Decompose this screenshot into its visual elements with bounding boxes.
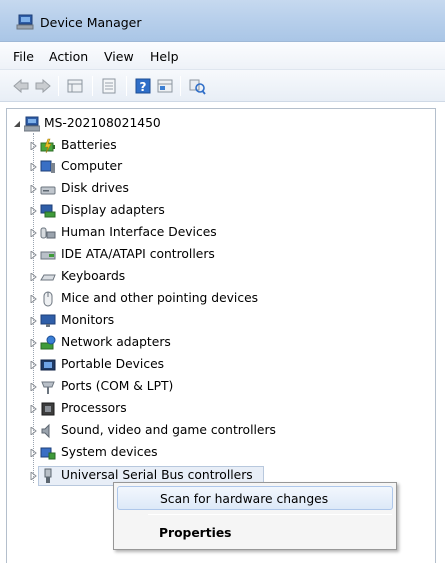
expand-arrow-icon[interactable]	[30, 251, 37, 259]
tree-item-disk-drives[interactable]: Disk drives	[7, 179, 427, 199]
view-icon[interactable]	[156, 77, 174, 95]
tree-root[interactable]: MS-202108021450	[7, 114, 427, 134]
tree-item-network[interactable]: Network adapters	[7, 333, 427, 353]
back-icon[interactable]	[12, 77, 30, 95]
tree-item-label: Network adapters	[61, 335, 171, 349]
menu-help[interactable]: Help	[150, 49, 179, 64]
toolbar-separator	[58, 76, 59, 96]
tree-item-portable[interactable]: Portable Devices	[7, 355, 427, 375]
tree-item-label: Universal Serial Bus controllers	[61, 468, 253, 482]
portable-device-icon	[40, 359, 56, 371]
toolbar-separator	[126, 76, 127, 96]
menu-separator	[148, 514, 392, 515]
toolbar-separator	[92, 76, 93, 96]
menu-item-label: Properties	[159, 526, 232, 540]
title-bar: Device Manager	[0, 0, 445, 42]
hid-icon	[40, 227, 56, 239]
tree-item-label: Human Interface Devices	[61, 225, 217, 239]
expand-arrow-icon[interactable]	[30, 405, 37, 413]
menu-item-scan-hardware[interactable]: Scan for hardware changes	[117, 486, 393, 510]
expand-arrow-icon[interactable]	[30, 361, 37, 369]
scan-hardware-icon[interactable]	[188, 77, 206, 95]
tree-item-label: IDE ATA/ATAPI controllers	[61, 247, 215, 261]
expand-arrow-icon[interactable]	[30, 427, 37, 435]
processor-icon	[41, 402, 55, 416]
toolbar: ?	[0, 70, 445, 102]
expand-arrow-icon[interactable]	[30, 449, 37, 457]
tree-item-hid[interactable]: Human Interface Devices	[7, 223, 427, 243]
expand-arrow-icon[interactable]	[30, 383, 37, 391]
expand-arrow-icon[interactable]	[30, 207, 37, 215]
menu-file[interactable]: File	[13, 49, 34, 64]
tree-item-computer[interactable]: Computer	[7, 157, 427, 177]
mouse-icon	[43, 291, 53, 307]
system-device-icon	[40, 447, 56, 460]
tree-item-label: Processors	[61, 401, 127, 415]
window-title: Device Manager	[40, 15, 142, 30]
menu-view[interactable]: View	[104, 49, 134, 64]
tree-item-label: System devices	[61, 445, 158, 459]
monitor-icon	[40, 314, 56, 327]
svg-text:?: ?	[140, 80, 147, 94]
forward-icon[interactable]	[34, 77, 52, 95]
tree-item-label: Batteries	[61, 138, 117, 152]
expand-arrow-icon[interactable]	[30, 295, 37, 303]
tree-item-system[interactable]: System devices	[7, 443, 427, 463]
properties-grid-icon[interactable]	[66, 77, 84, 95]
document-icon[interactable]	[100, 77, 118, 95]
expand-arrow-icon[interactable]	[30, 185, 37, 193]
tree-item-label: Disk drives	[61, 181, 129, 195]
tree-item-label: Keyboards	[61, 269, 126, 283]
menu-item-label: Scan for hardware changes	[160, 492, 329, 506]
device-manager-icon	[16, 14, 34, 30]
tree-item-ide[interactable]: IDE ATA/ATAPI controllers	[7, 245, 427, 265]
context-menu: Scan for hardware changes Properties	[113, 482, 397, 550]
tree-item-label: Portable Devices	[61, 357, 165, 371]
expand-arrow-icon[interactable]	[30, 472, 37, 480]
display-adapter-icon	[40, 204, 56, 218]
tree-item-mice[interactable]: Mice and other pointing devices	[7, 289, 427, 309]
keyboard-icon	[40, 274, 56, 281]
tree-item-monitors[interactable]: Monitors	[7, 311, 427, 331]
menu-action[interactable]: Action	[49, 49, 88, 64]
tree-item-ports[interactable]: Ports (COM & LPT)	[7, 377, 427, 397]
tree-item-label: Display adapters	[61, 203, 165, 217]
tree-item-sound[interactable]: Sound, video and game controllers	[7, 421, 427, 441]
tree-item-batteries[interactable]: Batteries	[7, 136, 427, 156]
menu-item-properties[interactable]: Properties	[117, 521, 393, 545]
help-icon[interactable]: ?	[134, 77, 152, 95]
tree-item-display-adapters[interactable]: Display adapters	[7, 201, 427, 221]
tree-item-label: Sound, video and game controllers	[61, 423, 276, 437]
tree-item-label: Ports (COM & LPT)	[61, 379, 174, 393]
disk-drive-icon	[40, 186, 56, 195]
tree-item-label: Mice and other pointing devices	[61, 291, 259, 305]
computer-root-icon	[24, 116, 40, 132]
toolbar-separator	[180, 76, 181, 96]
expand-arrow-icon[interactable]	[30, 339, 37, 347]
tree-root-label: MS-202108021450	[44, 116, 161, 130]
tree-item-processors[interactable]: Processors	[7, 399, 427, 419]
collapse-arrow-icon[interactable]	[14, 120, 21, 128]
expand-arrow-icon[interactable]	[30, 273, 37, 281]
computer-icon	[40, 160, 55, 173]
expand-arrow-icon[interactable]	[30, 163, 37, 171]
menu-bar: File Action View Help	[0, 42, 445, 70]
expand-arrow-icon[interactable]	[30, 317, 37, 325]
sound-icon	[41, 423, 50, 439]
tree-item-label: Computer	[61, 159, 123, 173]
expand-arrow-icon[interactable]	[30, 142, 37, 150]
tree-item-label: Monitors	[61, 313, 115, 327]
network-adapter-icon	[40, 335, 56, 350]
ide-controller-icon	[40, 251, 56, 260]
usb-icon	[44, 468, 52, 483]
tree-item-keyboards[interactable]: Keyboards	[7, 267, 427, 287]
battery-icon	[40, 138, 55, 154]
expand-arrow-icon[interactable]	[30, 229, 37, 237]
port-icon	[41, 381, 55, 394]
